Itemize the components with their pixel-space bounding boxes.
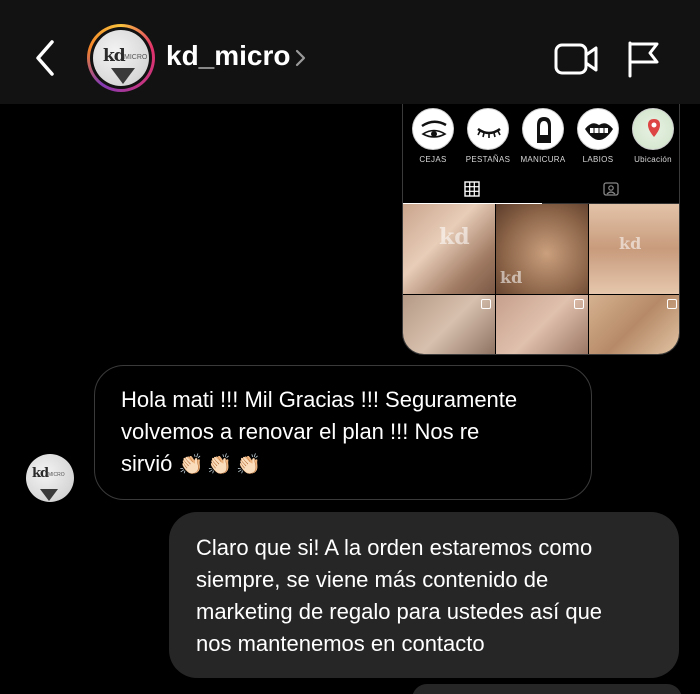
location-map-icon bbox=[632, 108, 674, 150]
highlight-labios[interactable]: LABIOS bbox=[571, 108, 625, 164]
grid-photo-manicure[interactable]: kd bbox=[403, 204, 495, 294]
tab-tagged[interactable] bbox=[542, 174, 679, 204]
eyebrow-icon bbox=[412, 108, 454, 150]
chat-header: kd MICRO kd_micro bbox=[0, 0, 700, 104]
post-grid: kd kd kd bbox=[403, 204, 679, 354]
eyelash-icon bbox=[467, 108, 509, 150]
message-line: Hola mati !!! Mil Gracias !!! Segurament… bbox=[121, 387, 518, 412]
story-highlights: CEJAS PESTAÑAS MANICURA LABIOS Ubicación bbox=[403, 108, 679, 168]
tab-grid[interactable] bbox=[403, 174, 542, 204]
message-line: volvemos a renovar el plan !!! Nos re bbox=[121, 419, 480, 444]
report-flag-icon[interactable] bbox=[626, 40, 660, 78]
message-text: sirvió bbox=[121, 451, 173, 476]
clapping-hands-emoji: 👏🏻 bbox=[207, 454, 233, 476]
message-line: Claro que si! A la orden estaremos como bbox=[196, 535, 593, 560]
highlight-cejas[interactable]: CEJAS bbox=[406, 108, 460, 164]
highlight-label: LABIOS bbox=[582, 155, 614, 164]
nail-icon bbox=[522, 108, 564, 150]
multi-photo-icon bbox=[667, 299, 677, 309]
highlight-ubicacion[interactable]: Ubicación bbox=[626, 108, 679, 164]
highlight-label: Ubicación bbox=[634, 155, 672, 164]
outgoing-message-bubble[interactable]: Claro que si! A la orden estaremos como … bbox=[169, 512, 679, 678]
highlight-manicura[interactable]: MANICURA bbox=[516, 108, 570, 164]
grid-photo-6[interactable] bbox=[589, 295, 679, 354]
profile-tabs bbox=[403, 174, 679, 204]
message-line: sirvió 👏🏻 👏🏻 👏🏻 bbox=[121, 448, 567, 481]
back-chevron-icon[interactable] bbox=[30, 36, 62, 80]
message-line: nos mantenemos en contacto bbox=[196, 631, 485, 656]
shared-profile-card[interactable]: CEJAS PESTAÑAS MANICURA LABIOS Ubicación bbox=[402, 104, 680, 355]
highlight-pestanas[interactable]: PESTAÑAS bbox=[461, 108, 515, 164]
tagged-person-icon bbox=[603, 182, 619, 196]
multi-photo-icon bbox=[574, 299, 584, 309]
highlight-label: CEJAS bbox=[419, 155, 447, 164]
kd-micro-logo: kd MICRO bbox=[93, 30, 149, 86]
profile-avatar[interactable]: kd MICRO bbox=[87, 24, 155, 92]
highlight-label: PESTAÑAS bbox=[465, 155, 511, 164]
lips-icon bbox=[577, 108, 619, 150]
multi-photo-icon bbox=[481, 299, 491, 309]
incoming-message-bubble[interactable]: Hola mati !!! Mil Gracias !!! Segurament… bbox=[94, 365, 592, 500]
clapping-hands-emoji: 👏🏻 bbox=[236, 454, 262, 476]
grid-photo-5[interactable] bbox=[496, 295, 588, 354]
highlight-label: MANICURA bbox=[520, 155, 566, 164]
next-message-bubble[interactable] bbox=[412, 684, 682, 694]
message-line: marketing de regalo para ustedes así que bbox=[196, 599, 603, 624]
grid-icon bbox=[464, 181, 480, 197]
clapping-hands-emoji: 👏🏻 bbox=[178, 454, 204, 476]
grid-photo-brows[interactable]: kd bbox=[496, 204, 588, 294]
chevron-right-icon[interactable] bbox=[294, 46, 308, 70]
grid-photo-eyebrows[interactable]: kd bbox=[589, 204, 679, 294]
video-call-icon[interactable] bbox=[554, 42, 598, 76]
sender-avatar[interactable]: kd MICRO bbox=[26, 454, 74, 502]
chat-username[interactable]: kd_micro bbox=[166, 40, 291, 72]
message-line: siempre, se viene más contenido de bbox=[196, 567, 549, 592]
grid-photo-4[interactable] bbox=[403, 295, 495, 354]
